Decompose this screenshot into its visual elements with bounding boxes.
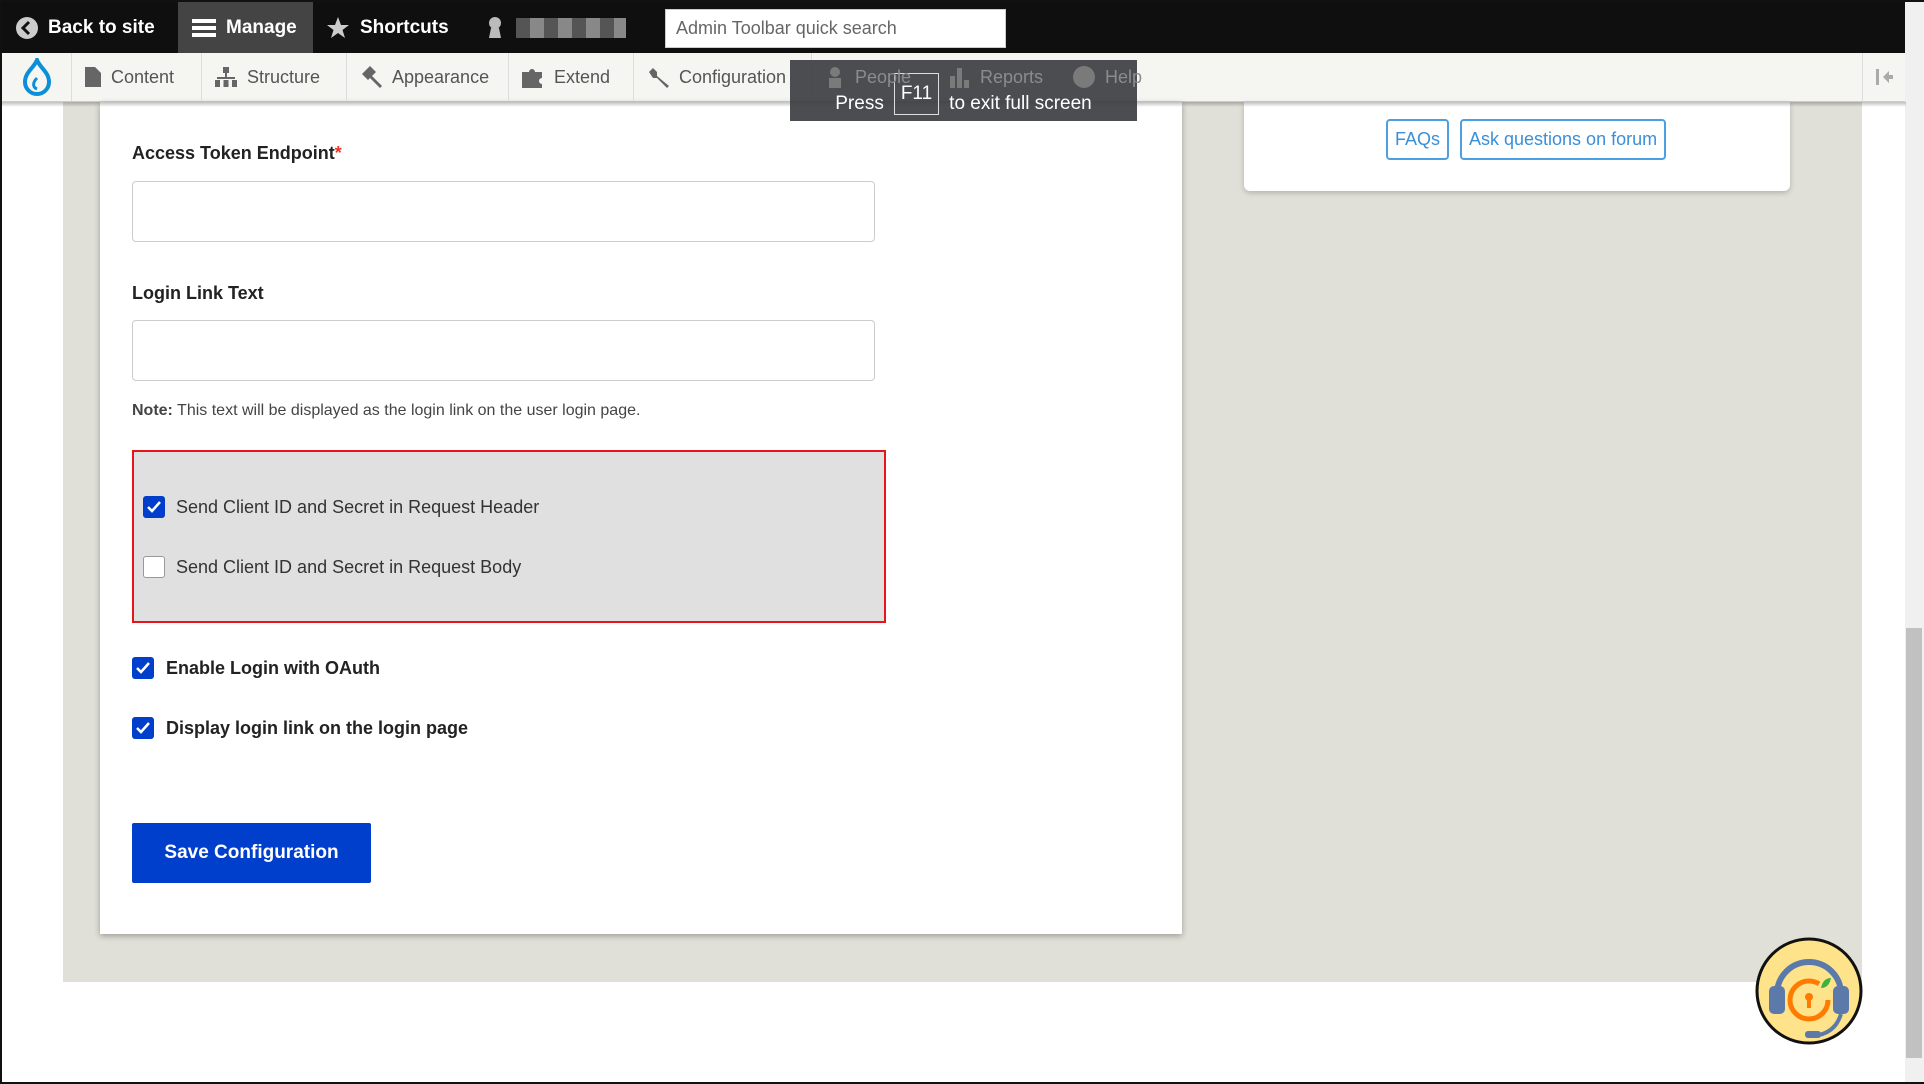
access-token-endpoint-input[interactable] — [132, 181, 875, 242]
drupal-drop-icon — [22, 58, 51, 96]
enable-login-label: Enable Login with OAuth — [166, 658, 380, 678]
people-icon — [829, 67, 841, 88]
nav-content[interactable]: Content — [72, 53, 202, 101]
send-in-body-checkbox[interactable] — [143, 556, 165, 578]
support-chat-button[interactable] — [1755, 936, 1865, 1046]
nav-extend[interactable]: Extend — [509, 53, 634, 101]
admin-toolbar-search-input[interactable]: Admin Toolbar quick search — [665, 9, 1006, 48]
scrollbar-thumb[interactable] — [1906, 628, 1922, 1058]
display-login-link-label: Display login link on the login page — [166, 718, 469, 738]
nav-people[interactable]: People — [812, 53, 937, 101]
manage-tab[interactable]: Manage — [178, 2, 313, 53]
nav-structure[interactable]: Structure — [202, 53, 347, 101]
access-token-label: Access Token Endpoint* — [132, 143, 342, 163]
checkmark-icon — [147, 501, 161, 513]
send-in-header-label: Send Client ID and Secret in Request Hea… — [176, 497, 540, 517]
nav-help[interactable]: Help — [1060, 53, 1164, 101]
file-icon — [85, 67, 101, 87]
login-link-note: Note: This text will be displayed as the… — [132, 402, 641, 419]
puzzle-icon — [522, 69, 542, 88]
collapse-left-icon — [1876, 69, 1893, 85]
enable-login-checkbox[interactable] — [132, 657, 154, 679]
checkmark-icon — [136, 722, 150, 734]
admin-toolbar: Back to site Manage Shortcuts Admin Tool… — [2, 2, 1906, 53]
bar-chart-icon — [950, 68, 969, 88]
star-icon — [327, 16, 349, 38]
username-redacted — [516, 17, 626, 38]
collapse-tray-button[interactable] — [1862, 53, 1906, 101]
user-icon — [489, 16, 501, 38]
nav-reports[interactable]: Reports — [937, 53, 1060, 101]
admin-tray: Content Structure Appearance Extend Conf… — [2, 53, 1906, 102]
back-to-site-link[interactable]: Back to site — [2, 2, 169, 53]
shortcuts-tab[interactable]: Shortcuts — [312, 2, 463, 53]
login-link-text-input[interactable] — [132, 320, 875, 381]
wrench-icon — [649, 68, 669, 88]
user-tab[interactable] — [470, 2, 640, 53]
nav-appearance[interactable]: Appearance — [347, 53, 509, 101]
faqs-button[interactable]: FAQs — [1386, 119, 1450, 160]
nav-configuration[interactable]: Configuration — [634, 53, 812, 101]
chevron-left-circle-icon — [16, 16, 38, 39]
display-login-link-checkbox[interactable] — [132, 717, 154, 739]
checkmark-icon — [136, 662, 150, 674]
send-in-header-checkbox[interactable] — [143, 496, 165, 518]
client-credentials-options — [132, 450, 886, 623]
help-icon — [1073, 66, 1095, 88]
sitemap-icon — [215, 67, 237, 87]
drupal-logo[interactable] — [2, 53, 72, 101]
login-link-text-label: Login Link Text — [132, 283, 264, 303]
ask-forum-button[interactable]: Ask questions on forum — [1460, 119, 1667, 160]
paintbrush-icon — [362, 66, 382, 88]
save-configuration-button[interactable]: Save Configuration — [132, 823, 371, 883]
support-card: FAQs Ask questions on forum — [1244, 102, 1790, 191]
menu-icon — [192, 18, 216, 37]
headset-support-icon — [1755, 937, 1863, 1045]
send-in-body-label: Send Client ID and Secret in Request Bod… — [176, 557, 522, 577]
